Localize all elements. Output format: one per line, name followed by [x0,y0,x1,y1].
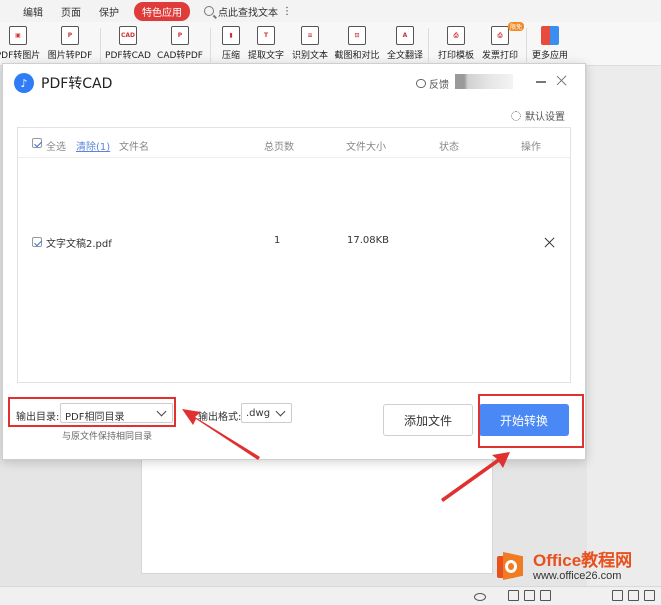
arrow-to-start-button [441,452,510,502]
annotation-arrows [182,409,510,502]
arrow-to-output-dir [182,409,260,460]
